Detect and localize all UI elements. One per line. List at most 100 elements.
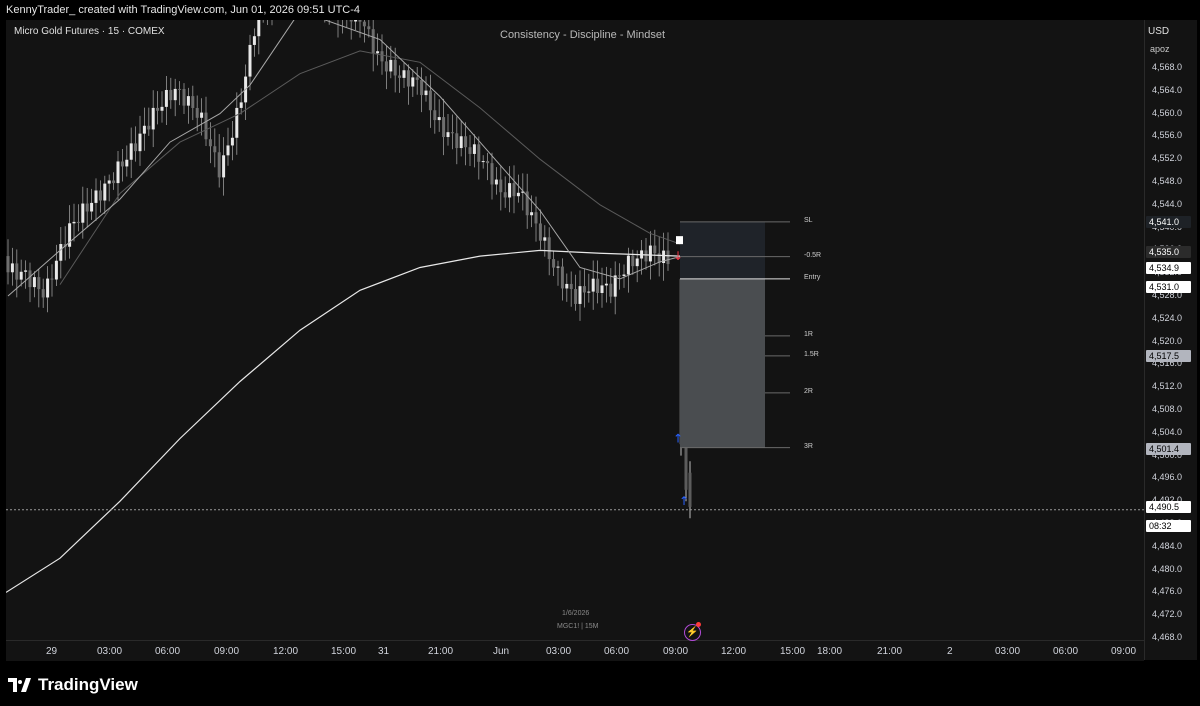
candle-body [208, 139, 212, 147]
candle-body [191, 96, 195, 108]
candle-body [464, 136, 468, 148]
position-level-label: SL [804, 216, 813, 224]
candle-body [398, 75, 402, 78]
candle-body [134, 143, 138, 152]
price-tick-label: 4,568.0 [1152, 62, 1183, 72]
candle-body [565, 283, 569, 289]
candle-body [534, 212, 538, 224]
candle-body [552, 259, 556, 268]
candle-body [222, 155, 226, 178]
logo-text: TradingView [38, 675, 138, 694]
price-tick-label: 4,504.0 [1152, 426, 1183, 437]
candle-body [6, 256, 10, 273]
candle-body [512, 183, 516, 197]
candle-body [424, 90, 428, 96]
alert-indicator-dot [696, 622, 701, 627]
candle-body [24, 270, 28, 272]
candle-body [46, 278, 50, 298]
currency-label[interactable]: USD [1148, 26, 1192, 37]
price-plot[interactable]: ↓ ↑ ↑ [6, 20, 1144, 640]
candle-body [406, 70, 410, 87]
candle-body [455, 133, 459, 149]
candle-body [596, 278, 600, 293]
stop-zone [680, 221, 765, 279]
candle-body [90, 202, 94, 212]
candle-body [248, 44, 252, 77]
candle-body [230, 137, 234, 146]
candle-body [186, 96, 190, 106]
time-tick-label: 06:00 [155, 646, 181, 657]
candle-body [81, 203, 85, 223]
candle-body [103, 183, 107, 201]
time-tick-label: 12:00 [721, 646, 747, 657]
candle-body [76, 221, 80, 223]
position-level-label: -0.5R [804, 251, 822, 259]
candle-body [393, 59, 397, 76]
candle-body [666, 250, 670, 265]
chart-credit: KennyTrader_ created with TradingView.co… [6, 4, 361, 16]
position-level-label: 3R [804, 442, 813, 450]
candle-body [10, 263, 14, 273]
candle-body [547, 237, 551, 260]
symbol-title[interactable]: Micro Gold Futures · 15 · COMEX [14, 26, 165, 37]
candle-body [508, 183, 512, 198]
candle-body [494, 179, 498, 185]
candle-body [472, 144, 476, 154]
candle-body [173, 88, 177, 101]
price-tick-label: 4,496.0 [1152, 472, 1183, 483]
price-tick-label: 4,560.0 [1152, 107, 1183, 118]
time-tick-label: Jun [493, 646, 510, 657]
candle-body [151, 107, 155, 130]
candle-body [98, 190, 102, 201]
mid-moving-average-line [59, 50, 683, 285]
time-tick-label: 12:00 [273, 646, 299, 657]
candle-body [107, 180, 111, 184]
chart-canvas[interactable]: ↓ ↑ ↑ [6, 20, 1144, 640]
candle-body [574, 289, 578, 304]
time-tick-label: 09:00 [1111, 646, 1137, 657]
buy-arrow-icon: ↑ [673, 432, 683, 446]
chart-date-label: 1/6/2026 [562, 610, 590, 617]
candle-body [569, 283, 573, 290]
candle-body [129, 143, 133, 160]
moving-averages-layer [6, 20, 683, 593]
candle-body [362, 21, 366, 27]
candle-body [499, 179, 503, 193]
long-position-tool: ↓ ↑ ↑ [6, 221, 1144, 511]
candle-body [503, 192, 507, 198]
time-tick-label: 31 [378, 646, 390, 657]
candle-body [613, 275, 617, 297]
price-tick-label: 4,520.0 [1152, 335, 1183, 346]
candle-body [32, 277, 36, 288]
time-tick-label: 06:00 [604, 646, 630, 657]
candle-body [37, 277, 41, 290]
time-tick-label: 29 [46, 646, 58, 657]
position-level-label: 1.5R [804, 350, 819, 358]
price-tick-label: 4,508.0 [1152, 404, 1183, 414]
price-tick-label: 4,512.0 [1152, 381, 1183, 392]
candle-body [591, 278, 595, 292]
time-tick-label: 2 [947, 646, 953, 657]
fast-moving-average-line [7, 20, 683, 297]
candle-body [437, 117, 441, 121]
candle-body [178, 88, 182, 90]
candle-body [19, 271, 23, 280]
candle-body [85, 203, 89, 212]
candle-body [622, 274, 626, 276]
candle-body [481, 161, 485, 163]
candle-body [446, 132, 450, 138]
time-tick-label: 09:00 [663, 646, 689, 657]
candle-body [604, 283, 608, 286]
candle-body [450, 132, 454, 134]
candle-body [15, 263, 19, 280]
candle-body [257, 20, 261, 37]
time-tick-label: 03:00 [995, 646, 1021, 657]
candle-body [94, 190, 98, 203]
price-tag-ma-slow: 4,535.0 [1146, 246, 1191, 259]
price-tick-label: 4,564.0 [1152, 84, 1183, 95]
candle-body [442, 117, 446, 138]
flag-marker-icon [676, 236, 683, 245]
candle-body [635, 258, 639, 267]
candle-body [486, 161, 490, 164]
position-level-label: 2R [804, 387, 813, 395]
